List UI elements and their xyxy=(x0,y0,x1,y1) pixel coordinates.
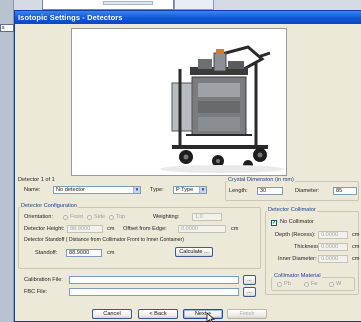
crystal-diameter-field[interactable]: 85 xyxy=(333,187,357,195)
isotopic-settings-dialog: Isotopic Settings - Detectors Detector 1… xyxy=(14,10,361,322)
offset-unit: cm xyxy=(231,226,239,232)
fbc-file-label: FBC File: xyxy=(24,289,48,295)
chevron-down-icon[interactable]: ▼ xyxy=(199,187,206,193)
detector-height-label: Detector Height: xyxy=(24,226,65,232)
orientation-side-radio[interactable] xyxy=(87,215,92,220)
no-collimator-checkbox[interactable]: ✓ xyxy=(271,220,277,226)
detector-configuration-title: Detector Configuration xyxy=(20,203,78,210)
crystal-diameter-label: Diameter: xyxy=(295,188,320,194)
fbc-browse-button[interactable]: ... xyxy=(243,287,256,297)
offset-field[interactable]: 0.0000 xyxy=(178,225,226,233)
depth-unit: cm xyxy=(352,232,360,238)
material-fe-label: Fe xyxy=(311,281,318,287)
crystal-dimension-title: Crystal Dimension (in mm) xyxy=(227,177,295,184)
background-side-label: s xyxy=(0,24,14,32)
background-window-right xyxy=(174,0,214,10)
standoff-label: Standoff: xyxy=(35,250,58,256)
depth-field[interactable]: 0.0000 xyxy=(318,231,348,239)
material-pb-radio[interactable] xyxy=(277,282,282,287)
detector-image xyxy=(71,28,287,176)
detector-type-label: Type: xyxy=(150,187,164,193)
standoff-title: Detector Standoff ( Distance from Collim… xyxy=(24,237,184,243)
material-w-label: W xyxy=(336,281,342,287)
finish-button[interactable]: Finish xyxy=(227,309,267,319)
inner-diameter-unit: cm xyxy=(352,256,360,262)
detector-collimator-title: Detector Collimator xyxy=(267,207,317,214)
thickness-field[interactable]: 0.0000 xyxy=(318,243,348,251)
weighting-label: Weighting: xyxy=(153,214,180,220)
depth-label: Depth (Recess): xyxy=(275,232,316,238)
calibration-file-field[interactable] xyxy=(69,276,239,284)
standoff-field[interactable]: 88.9000 xyxy=(66,249,102,257)
detector-height-field[interactable]: 88.9000 xyxy=(67,225,103,233)
weighting-field[interactable]: 1.0 xyxy=(192,213,222,221)
detector-name-label: Name: xyxy=(24,187,41,193)
orientation-front-radio[interactable] xyxy=(63,215,68,220)
offset-label: Offset from Edge: xyxy=(123,226,167,232)
detector-height-unit: cm xyxy=(107,226,115,232)
material-fe-radio[interactable] xyxy=(304,282,309,287)
mouse-cursor-icon xyxy=(206,312,215,322)
detector-type-value: P Type xyxy=(176,187,194,193)
orientation-side-label: Side xyxy=(94,214,106,220)
thickness-label: Thickness: xyxy=(294,244,321,250)
no-collimator-label: No Collimator xyxy=(280,219,314,225)
calculate-button[interactable]: Calculate ... xyxy=(175,247,213,257)
material-w-radio[interactable] xyxy=(329,282,334,287)
chevron-down-icon[interactable]: ▼ xyxy=(133,187,140,193)
detector-name-select[interactable]: No detector ▼ xyxy=(53,186,141,194)
back-button[interactable]: < Back xyxy=(138,309,178,319)
orientation-label: Orientation: xyxy=(24,214,53,220)
dialog-titlebar[interactable]: Isotopic Settings - Detectors xyxy=(15,11,361,24)
dialog-title: Isotopic Settings - Detectors xyxy=(18,13,123,22)
background-window xyxy=(42,0,174,10)
orientation-top-label: Top xyxy=(116,214,126,220)
detector-count-label: Detector 1 of 1 xyxy=(18,177,55,183)
thickness-unit: cm xyxy=(352,244,360,250)
detector-cart-illustration xyxy=(160,45,284,173)
detector-type-select[interactable]: P Type ▼ xyxy=(173,186,207,194)
detector-name-value: No detector xyxy=(56,187,85,193)
collimator-material-title: Collimator Material xyxy=(273,273,322,280)
calibration-file-label: Calibration File: xyxy=(24,277,63,283)
crystal-length-label: Length: xyxy=(229,188,248,194)
fbc-file-field[interactable] xyxy=(69,288,239,296)
next-button[interactable]: Next > xyxy=(183,309,223,319)
calibration-browse-button[interactable]: ... xyxy=(243,275,256,285)
cancel-button[interactable]: Cancel xyxy=(92,309,132,319)
crystal-length-field[interactable]: 30 xyxy=(257,187,283,195)
orientation-top-radio[interactable] xyxy=(109,215,114,220)
orientation-front-label: Front xyxy=(70,214,84,220)
background-side-panel xyxy=(0,0,14,322)
inner-diameter-field[interactable]: 0.0000 xyxy=(318,255,348,263)
standoff-unit: cm xyxy=(107,250,115,256)
inner-diameter-label: Inner Diameter: xyxy=(278,256,317,262)
material-pb-label: Pb xyxy=(284,281,291,287)
background-window-field xyxy=(103,1,153,5)
